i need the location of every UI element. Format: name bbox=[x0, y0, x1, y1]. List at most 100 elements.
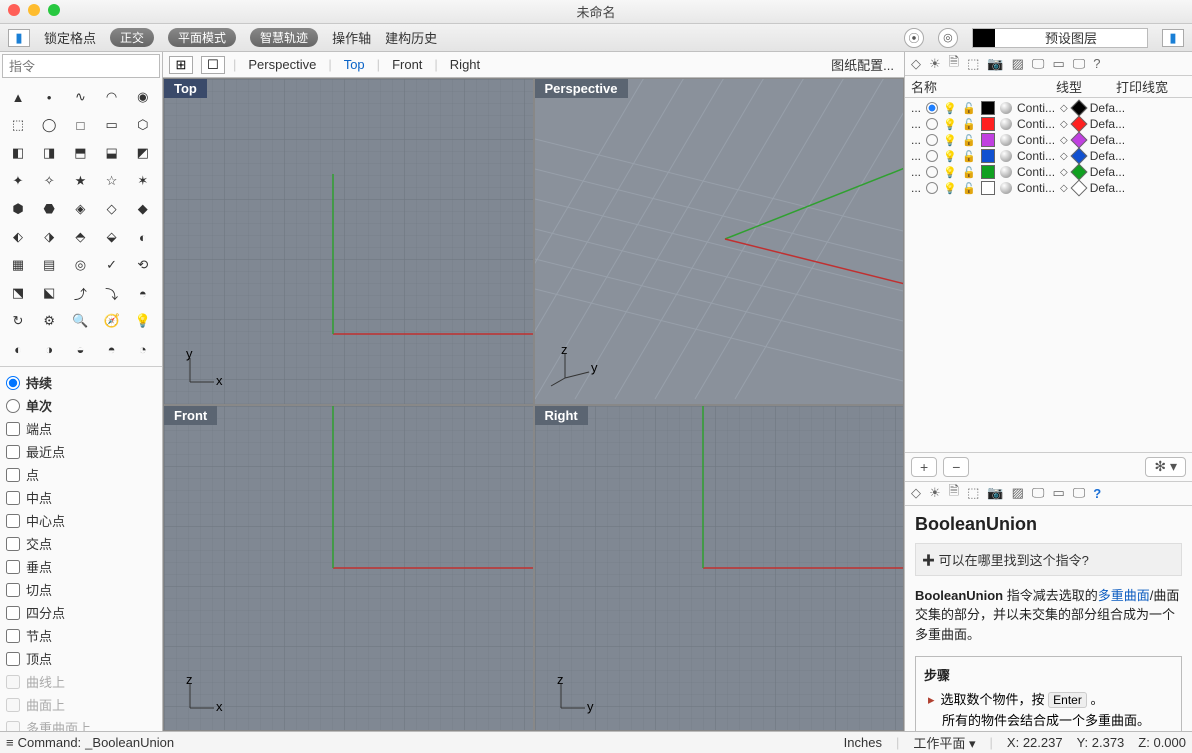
color-swatch[interactable] bbox=[981, 101, 995, 115]
printwidth[interactable]: Defa... bbox=[1090, 133, 1125, 147]
tool-button-39[interactable]: ◓ bbox=[129, 280, 157, 306]
sun-icon[interactable]: ☀ bbox=[929, 485, 941, 501]
tool-button-8[interactable]: ▭ bbox=[98, 112, 126, 138]
tool-button-40[interactable]: ↻ bbox=[4, 308, 32, 334]
linetype[interactable]: Conti... bbox=[1017, 117, 1055, 131]
tool-button-2[interactable]: ∿ bbox=[66, 84, 94, 110]
layer-current-radio[interactable] bbox=[926, 102, 938, 114]
layer-row-1[interactable]: ... 💡 🔓 Conti...◇ Defa... bbox=[907, 116, 1190, 132]
tool-button-49[interactable]: ◔ bbox=[129, 336, 157, 362]
layers-icon[interactable]: ◇ bbox=[911, 56, 921, 72]
viewport-front[interactable]: Front xz bbox=[164, 406, 533, 731]
tool-button-10[interactable]: ◧ bbox=[4, 140, 32, 166]
tool-button-15[interactable]: ✦ bbox=[4, 168, 32, 194]
tool-button-3[interactable]: ◠ bbox=[98, 84, 126, 110]
print-color[interactable] bbox=[1070, 148, 1087, 165]
layer-current-radio[interactable] bbox=[926, 150, 938, 162]
tool-button-44[interactable]: 💡 bbox=[129, 308, 157, 334]
bulb-icon[interactable]: 💡 bbox=[943, 101, 957, 115]
tool-button-38[interactable]: ⤵ bbox=[98, 280, 126, 306]
render-icon[interactable]: ▨ bbox=[1012, 56, 1024, 72]
layer-row-0[interactable]: ... 💡 🔓 Conti...◇ Defa... bbox=[907, 100, 1190, 116]
select-link[interactable]: 选取 bbox=[941, 692, 967, 707]
osnap-mode-1[interactable]: 单次 bbox=[6, 394, 156, 417]
print-color[interactable] bbox=[1070, 100, 1087, 117]
tool-button-37[interactable]: ⤴ bbox=[66, 280, 94, 306]
viewport-perspective[interactable]: Perspective yz bbox=[535, 79, 904, 404]
tool-button-41[interactable]: ⚙ bbox=[35, 308, 63, 334]
linetype[interactable]: Conti... bbox=[1017, 181, 1055, 195]
tool-button-32[interactable]: ◎ bbox=[66, 252, 94, 278]
tool-button-33[interactable]: ✓ bbox=[98, 252, 126, 278]
box-icon[interactable]: ⬚ bbox=[967, 56, 979, 72]
layer-current-radio[interactable] bbox=[926, 118, 938, 130]
units[interactable]: Inches bbox=[844, 735, 882, 750]
layer-row-5[interactable]: ... 💡 🔓 Conti...◇ Defa... bbox=[907, 180, 1190, 196]
printwidth[interactable]: Defa... bbox=[1090, 181, 1125, 195]
material-ball[interactable] bbox=[1000, 150, 1012, 162]
bulb-icon[interactable]: 💡 bbox=[943, 165, 957, 179]
tool-button-48[interactable]: ◓ bbox=[98, 336, 126, 362]
help-icon[interactable]: ? bbox=[1093, 56, 1100, 71]
smarttrack-toggle[interactable]: 智慧轨迹 bbox=[250, 28, 318, 47]
lock-icon[interactable]: 🔓 bbox=[962, 133, 976, 147]
grid-icon[interactable]: ▭ bbox=[1052, 485, 1064, 501]
monitor-icon[interactable]: 🖵 bbox=[1073, 485, 1086, 501]
viewport-title[interactable]: Top bbox=[164, 79, 207, 98]
tool-button-14[interactable]: ◩ bbox=[129, 140, 157, 166]
lock-icon[interactable]: 🔓 bbox=[962, 101, 976, 115]
material-ball[interactable] bbox=[1000, 134, 1012, 146]
printwidth[interactable]: Defa... bbox=[1090, 149, 1125, 163]
camera-icon[interactable]: 📷 bbox=[987, 56, 1003, 72]
tool-button-17[interactable]: ★ bbox=[66, 168, 94, 194]
tool-button-22[interactable]: ◈ bbox=[66, 196, 94, 222]
lock-icon[interactable]: 🔓 bbox=[962, 165, 976, 179]
color-swatch[interactable] bbox=[981, 149, 995, 163]
tool-button-13[interactable]: ⬓ bbox=[98, 140, 126, 166]
tool-button-11[interactable]: ◨ bbox=[35, 140, 63, 166]
tool-button-6[interactable]: ◯ bbox=[35, 112, 63, 138]
material-ball[interactable] bbox=[1000, 166, 1012, 178]
tool-button-12[interactable]: ⬒ bbox=[66, 140, 94, 166]
print-color[interactable] bbox=[1070, 180, 1087, 197]
print-color[interactable] bbox=[1070, 116, 1087, 133]
tool-button-34[interactable]: ⟲ bbox=[129, 252, 157, 278]
add-layer-button[interactable]: + bbox=[911, 457, 937, 477]
material-ball[interactable] bbox=[1000, 118, 1012, 130]
print-color[interactable] bbox=[1070, 132, 1087, 149]
tool-button-47[interactable]: ◒ bbox=[66, 336, 94, 362]
layer-settings-button[interactable]: ✻ ▾ bbox=[1145, 457, 1186, 477]
lock-icon[interactable]: 🔓 bbox=[962, 181, 976, 195]
osnap-6[interactable]: 垂点 bbox=[6, 555, 156, 578]
tool-button-35[interactable]: ⬔ bbox=[4, 280, 32, 306]
view-top[interactable]: Top bbox=[340, 57, 369, 72]
help-icon[interactable]: ? bbox=[1093, 486, 1101, 501]
grid-icon[interactable]: ▭ bbox=[1052, 56, 1064, 72]
tool-button-46[interactable]: ◑ bbox=[35, 336, 63, 362]
tool-button-31[interactable]: ▤ bbox=[35, 252, 63, 278]
tool-button-26[interactable]: ⬗ bbox=[35, 224, 63, 250]
color-swatch[interactable] bbox=[981, 165, 995, 179]
tool-button-25[interactable]: ⬖ bbox=[4, 224, 32, 250]
layer-row-2[interactable]: ... 💡 🔓 Conti...◇ Defa... bbox=[907, 132, 1190, 148]
zoom-window[interactable] bbox=[48, 4, 60, 16]
remove-layer-button[interactable]: − bbox=[943, 457, 969, 477]
gumball-toggle[interactable]: 操作轴 bbox=[332, 28, 371, 47]
linetype[interactable]: Conti... bbox=[1017, 101, 1055, 115]
printwidth[interactable]: Defa... bbox=[1090, 117, 1125, 131]
sidebar-left-toggle[interactable]: ▮ bbox=[8, 29, 30, 47]
tool-button-16[interactable]: ✧ bbox=[35, 168, 63, 194]
tool-button-0[interactable]: ▲ bbox=[4, 84, 32, 110]
help-where[interactable]: ✚ 可以在哪里找到这个指令? bbox=[915, 543, 1182, 576]
linetype[interactable]: Conti... bbox=[1017, 133, 1055, 147]
osnap-mode-0[interactable]: 持续 bbox=[6, 371, 156, 394]
linetype[interactable]: Conti... bbox=[1017, 165, 1055, 179]
tool-button-27[interactable]: ⬘ bbox=[66, 224, 94, 250]
material-ball[interactable] bbox=[1000, 102, 1012, 114]
osnap-3[interactable]: 中点 bbox=[6, 486, 156, 509]
tool-button-19[interactable]: ✶ bbox=[129, 168, 157, 194]
osnap-9[interactable]: 节点 bbox=[6, 624, 156, 647]
record-icon[interactable]: ⦿ bbox=[904, 28, 924, 48]
bulb-icon[interactable]: 💡 bbox=[943, 181, 957, 195]
sheet-config[interactable]: 图纸配置... bbox=[827, 55, 898, 74]
